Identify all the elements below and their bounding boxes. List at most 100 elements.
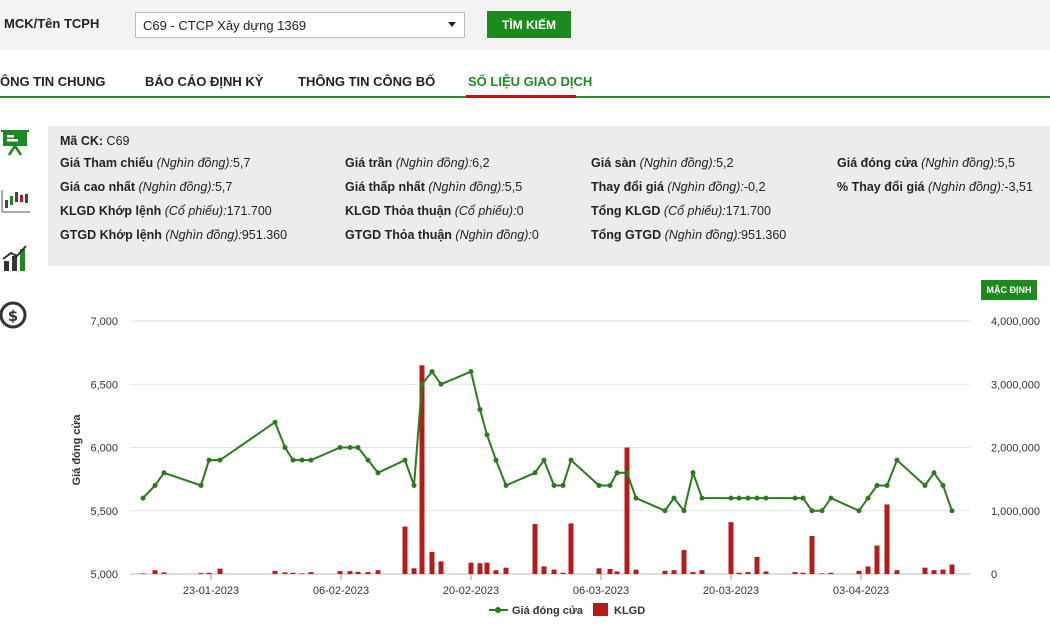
info-unit: (Nghìn đồng): bbox=[156, 156, 234, 170]
search-bar: MCK/Tên TCPH C69 - CTCP Xây dựng 1369 TÌ… bbox=[0, 0, 1050, 50]
chevron-down-icon[interactable] bbox=[448, 22, 456, 27]
info-field: % Thay đổi giá (Nghìn đồng):-3,51 bbox=[837, 180, 1033, 194]
active-tab-underline bbox=[466, 95, 576, 98]
info-label: Tổng KLGD bbox=[591, 204, 661, 218]
info-unit: (Nghìn đồng): bbox=[664, 228, 742, 242]
price-point bbox=[728, 495, 734, 501]
volume-bar bbox=[728, 522, 734, 574]
price-point bbox=[365, 457, 371, 463]
info-value: -3,51 bbox=[1004, 180, 1033, 194]
volume-bar bbox=[161, 572, 167, 574]
price-point bbox=[560, 482, 566, 488]
tab-trading-data[interactable]: SỐ LIỆU GIAO DỊCH bbox=[468, 74, 592, 89]
info-label: % Thay đổi giá bbox=[837, 180, 925, 194]
price-point bbox=[198, 482, 204, 488]
tab-periodic-reports[interactable]: BÁO CÁO ĐỊNH KỲ bbox=[145, 74, 263, 89]
info-unit: (Nghìn đồng): bbox=[639, 156, 717, 170]
tab-general-info[interactable]: ÔNG TIN CHUNG bbox=[0, 74, 105, 89]
tab-disclosures[interactable]: THÔNG TIN CÔNG BỐ bbox=[298, 74, 435, 89]
price-point bbox=[140, 495, 146, 501]
candlestick-chart-icon[interactable] bbox=[0, 186, 32, 216]
price-point bbox=[411, 482, 417, 488]
y-left-tick-label: 7,000 bbox=[90, 316, 118, 328]
info-label: GTGD Thỏa thuận bbox=[345, 228, 452, 242]
info-label: Giá thấp nhất bbox=[345, 180, 425, 194]
info-label: GTGD Khớp lệnh bbox=[60, 228, 162, 242]
volume-bar bbox=[681, 549, 687, 574]
price-point bbox=[681, 508, 687, 514]
info-unit: (Nghìn đồng): bbox=[428, 180, 505, 194]
volume-bar bbox=[532, 524, 538, 574]
volume-bar bbox=[874, 545, 880, 574]
info-value: 5,5 bbox=[997, 156, 1015, 170]
volume-bar bbox=[633, 569, 639, 574]
price-point bbox=[152, 482, 158, 488]
volume-bar bbox=[800, 572, 806, 574]
stock-select[interactable]: C69 - CTCP Xây dựng 1369 bbox=[135, 12, 465, 38]
volume-bar bbox=[152, 570, 158, 574]
volume-bar bbox=[940, 569, 946, 574]
y-right-tick-label: 0 bbox=[991, 569, 997, 581]
price-point bbox=[828, 495, 834, 501]
volume-bar bbox=[551, 569, 557, 574]
price-point bbox=[874, 482, 880, 488]
price-point bbox=[699, 495, 705, 501]
volume-bar bbox=[690, 572, 696, 574]
price-point bbox=[884, 482, 890, 488]
info-unit: (Nghìn đồng): bbox=[921, 156, 998, 170]
volume-bar bbox=[809, 536, 815, 574]
info-unit: (Nghìn đồng): bbox=[138, 180, 215, 194]
volume-bar bbox=[614, 571, 620, 574]
volume-bar bbox=[819, 573, 825, 574]
growth-chart-icon[interactable] bbox=[0, 243, 32, 273]
info-label: KLGD Thỏa thuận bbox=[345, 204, 452, 218]
price-point bbox=[754, 495, 760, 501]
volume-bar bbox=[931, 570, 937, 574]
volume-bar bbox=[503, 567, 509, 574]
volume-bar bbox=[894, 570, 900, 574]
info-value: 5,2 bbox=[716, 156, 734, 170]
price-point bbox=[438, 381, 444, 387]
search-button[interactable]: TÌM KIẾM bbox=[487, 11, 571, 38]
volume-bar bbox=[429, 551, 435, 574]
info-value: 5,5 bbox=[504, 180, 523, 194]
volume-bar bbox=[468, 562, 474, 574]
price-point bbox=[745, 495, 751, 501]
info-field: Tổng KLGD (Cổ phiếu):171.700 bbox=[591, 204, 771, 218]
info-value: 5,7 bbox=[233, 156, 251, 170]
price-point bbox=[792, 495, 798, 501]
info-value: 171.700 bbox=[725, 204, 771, 218]
price-point bbox=[894, 457, 900, 463]
info-unit: (Cổ phiếu): bbox=[164, 204, 227, 218]
price-point bbox=[763, 495, 769, 501]
legend-label-price: Giá đóng cửa bbox=[512, 605, 584, 617]
volume-bar bbox=[763, 571, 769, 574]
default-view-button[interactable]: MẶC ĐỊNH bbox=[981, 280, 1037, 300]
presentation-board-icon[interactable] bbox=[0, 128, 32, 158]
info-unit: (Nghìn đồng): bbox=[455, 228, 532, 242]
stock-select-value: C69 - CTCP Xây dựng 1369 bbox=[143, 18, 307, 33]
price-point bbox=[671, 495, 677, 501]
price-point bbox=[282, 445, 288, 450]
volume-bar bbox=[560, 572, 566, 574]
info-field: Giá cao nhất (Nghìn đồng):5,7 bbox=[60, 180, 232, 194]
info-label: KLGD Khớp lệnh bbox=[60, 204, 162, 218]
price-point bbox=[614, 470, 620, 476]
volume-bar bbox=[347, 571, 353, 574]
legend-label-volume: KLGD bbox=[614, 605, 645, 617]
info-field: KLGD Thỏa thuận (Cổ phiếu):0 bbox=[345, 204, 524, 218]
volume-bar bbox=[607, 568, 613, 574]
y-right-tick-label: 1,000,000 bbox=[991, 506, 1040, 518]
volume-bar bbox=[856, 570, 862, 574]
price-point bbox=[931, 470, 937, 476]
price-point bbox=[355, 445, 361, 450]
info-field: Giá thấp nhất (Nghìn đồng):5,5 bbox=[345, 180, 522, 194]
ticker-code: Mã CK: C69 bbox=[60, 134, 130, 148]
volume-bar bbox=[922, 567, 928, 574]
volume-bar bbox=[402, 526, 408, 574]
price-point bbox=[607, 482, 613, 488]
price-point bbox=[551, 482, 557, 488]
price-point bbox=[819, 508, 825, 514]
price-point bbox=[690, 470, 696, 476]
volume-bar bbox=[624, 447, 630, 574]
